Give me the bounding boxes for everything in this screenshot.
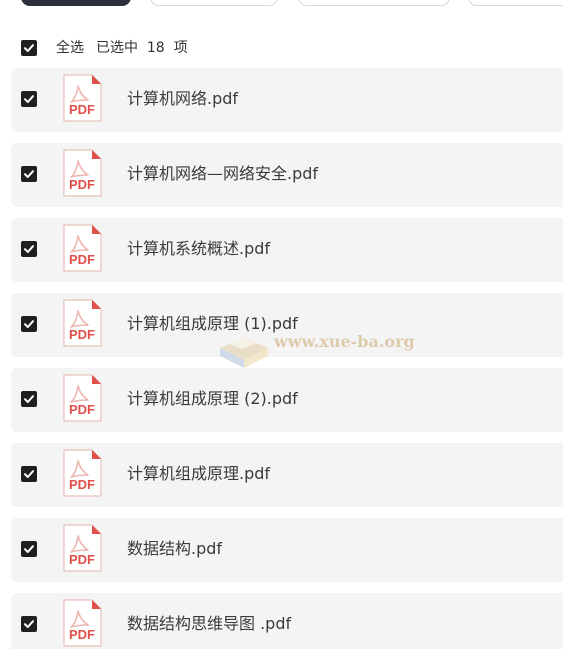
pdf-icon: PDF	[63, 299, 102, 347]
file-row[interactable]: PDF 计算机组成原理 (2).pdf	[11, 368, 563, 432]
file-name[interactable]: 计算机网络.pdf	[127, 89, 238, 109]
file-row[interactable]: PDF 计算机网络.pdf	[11, 68, 563, 132]
file-name[interactable]: 计算机网络—网络安全.pdf	[127, 164, 318, 184]
file-name[interactable]: 计算机系统概述.pdf	[127, 239, 270, 259]
pdf-icon-label: PDF	[69, 402, 95, 417]
pdf-icon: PDF	[63, 599, 102, 647]
pdf-icon-label: PDF	[69, 552, 95, 567]
pdf-icon-label: PDF	[69, 327, 95, 342]
select-all-label[interactable]: 全选	[56, 39, 84, 57]
file-checkbox[interactable]	[21, 466, 37, 482]
file-row[interactable]: PDF 计算机系统概述.pdf	[11, 218, 563, 282]
checkmark-icon	[24, 170, 34, 178]
pdf-icon-label: PDF	[69, 252, 95, 267]
file-name[interactable]: 数据结构.pdf	[127, 539, 222, 559]
watermark-text: www.xue-ba.org	[274, 332, 415, 351]
checkmark-icon	[24, 470, 34, 478]
file-selection-page: 全选 已选中 18 项 PDF 计算机网络.pdf PDF 计算机网络—网络安全.pd…	[0, 0, 563, 649]
checkmark-icon	[24, 620, 34, 628]
pdf-icon: PDF	[63, 149, 102, 197]
file-checkbox[interactable]	[21, 91, 37, 107]
file-checkbox[interactable]	[21, 616, 37, 632]
tab-active[interactable]	[21, 0, 131, 6]
checkmark-icon	[24, 95, 34, 103]
watermark-book-icon	[220, 337, 268, 368]
pdf-icon: PDF	[63, 374, 102, 422]
pdf-icon-label: PDF	[69, 177, 95, 192]
file-checkbox[interactable]	[21, 166, 37, 182]
file-row[interactable]: PDF 数据结构思维导图 .pdf	[11, 593, 563, 649]
file-name[interactable]: 数据结构思维导图 .pdf	[127, 614, 291, 634]
pdf-icon-label: PDF	[69, 627, 95, 642]
file-name[interactable]: 计算机组成原理.pdf	[127, 464, 270, 484]
checkmark-icon	[24, 320, 34, 328]
pdf-icon: PDF	[63, 449, 102, 497]
file-name[interactable]: 计算机组成原理 (2).pdf	[127, 389, 298, 409]
pdf-icon-label: PDF	[69, 102, 95, 117]
pdf-icon: PDF	[63, 224, 102, 272]
checkmark-icon	[24, 395, 34, 403]
file-checkbox[interactable]	[21, 541, 37, 557]
checkmark-icon	[24, 545, 34, 553]
select-all-checkbox[interactable]	[21, 40, 37, 56]
tab-2[interactable]	[150, 0, 278, 6]
file-checkbox[interactable]	[21, 316, 37, 332]
pdf-icon: PDF	[63, 524, 102, 572]
pdf-icon-label: PDF	[69, 477, 95, 492]
watermark: www.xue-ba.org	[216, 326, 416, 372]
file-row[interactable]: PDF 数据结构.pdf	[11, 518, 563, 582]
checkmark-icon	[24, 44, 34, 52]
file-checkbox[interactable]	[21, 391, 37, 407]
file-row[interactable]: PDF 计算机网络—网络安全.pdf	[11, 143, 563, 207]
tab-4[interactable]	[468, 0, 563, 6]
checkmark-icon	[24, 245, 34, 253]
pdf-icon: PDF	[63, 74, 102, 122]
tab-3[interactable]	[298, 0, 450, 6]
file-checkbox[interactable]	[21, 241, 37, 257]
selection-count: 已选中 18 项	[96, 40, 188, 56]
file-row[interactable]: PDF 计算机组成原理.pdf	[11, 443, 563, 507]
